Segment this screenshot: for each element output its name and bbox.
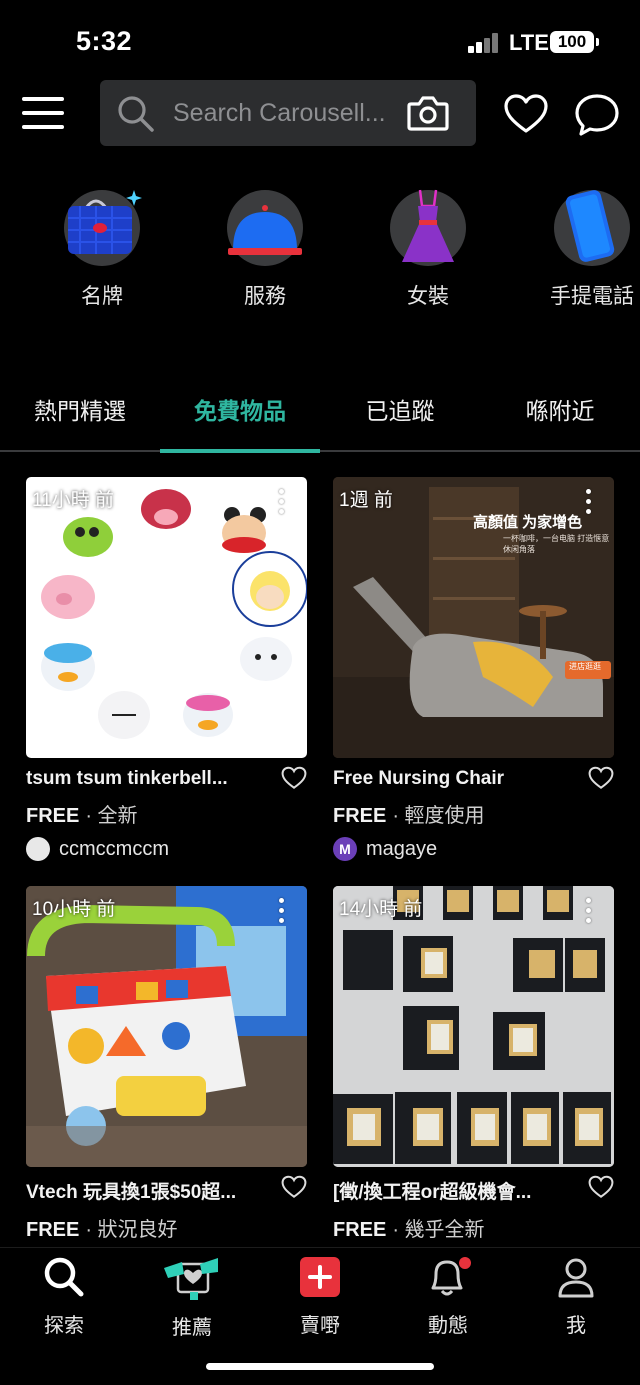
tab-popular[interactable]: 熱門精選 — [0, 392, 160, 426]
listing-price: FREE — [26, 805, 80, 827]
search-bar[interactable]: Search Carousell... — [100, 80, 476, 146]
heart-icon[interactable] — [504, 93, 548, 135]
like-heart-icon[interactable] — [281, 766, 307, 790]
network-type: LTE — [509, 30, 549, 55]
tab-free-items[interactable]: 免費物品 — [160, 392, 320, 426]
listing-title[interactable]: [徵/換工程or超級機會... — [333, 1177, 571, 1204]
seller-name: ccmccmccm — [59, 837, 169, 860]
nav-recommended[interactable]: 推薦 — [128, 1256, 256, 1340]
listing-price-line: FREE · 幾乎全新 — [333, 1213, 614, 1242]
search-icon — [118, 96, 154, 132]
category-services[interactable]: 服務 — [200, 190, 330, 310]
more-options-icon[interactable] — [586, 489, 592, 519]
chair-sub-text: 一杯咖啡，一台电脑 打造惬意休闲角落 — [503, 534, 610, 554]
nav-activity[interactable]: 動態 — [384, 1256, 512, 1338]
listing-image[interactable]: 14小時 前 — [333, 886, 614, 1167]
listing-condition: · 幾乎全新 — [392, 1219, 485, 1241]
listing-age: 11小時 前 — [32, 490, 115, 511]
listing-condition: · 狀況良好 — [85, 1219, 178, 1241]
bell-icon — [431, 1257, 471, 1296]
seller-avatar — [26, 837, 50, 861]
category-label: 手提電話 — [550, 285, 634, 308]
like-heart-icon[interactable] — [588, 766, 614, 790]
tab-following[interactable]: 已追蹤 — [320, 392, 480, 426]
listing-condition: · 全新 — [85, 805, 138, 827]
listing-price: FREE — [26, 1219, 80, 1241]
sell-plus-icon — [300, 1257, 340, 1297]
listing-age: 1週 前 — [339, 490, 393, 511]
listing-condition: · 輕度使用 — [392, 805, 485, 827]
listing-price-line: FREE · 全新 — [26, 799, 307, 828]
search-icon — [44, 1257, 84, 1297]
category-label: 名牌 — [81, 285, 123, 308]
category-label: 女裝 — [407, 285, 449, 308]
dress-icon — [402, 189, 454, 262]
listing-card[interactable]: 14小時 前 [徵/換工程or超級機會... FREE · 幾乎全新 — [333, 886, 614, 1242]
listing-price: FREE — [333, 1219, 387, 1241]
more-options-icon[interactable] — [279, 898, 285, 928]
nav-label: 賣嘢 — [300, 1315, 340, 1337]
vtech-walker-photo — [26, 886, 307, 1167]
chair-banner-text: 高顏值 为家增色 — [473, 514, 583, 531]
mobile-phone-icon — [565, 190, 615, 262]
listing-age: 14小時 前 — [339, 899, 423, 920]
listing-seller[interactable]: M magaye — [333, 837, 614, 861]
tab-nearby[interactable]: 喺附近 — [480, 392, 640, 426]
listing-card[interactable]: 高顏值 为家增色 一杯咖啡，一台电脑 打造惬意休闲角落 进店逛逛 1週 前 Fr… — [333, 477, 614, 861]
active-tab-indicator — [160, 449, 320, 453]
nav-label: 探索 — [44, 1315, 84, 1337]
feed-tabs: 熱門精選 免費物品 已追蹤 喺附近 — [0, 392, 640, 453]
service-bell-icon — [228, 205, 302, 255]
listing-card[interactable]: 10小時 前 Vtech 玩具換1張$50超... FREE · 狀況良好 — [26, 886, 307, 1242]
like-heart-icon[interactable] — [281, 1175, 307, 1199]
seller-name: magaye — [366, 837, 438, 860]
tsum-toys-photo — [41, 489, 307, 739]
category-womens-fashion[interactable]: 女裝 — [363, 189, 493, 310]
chat-bubble-icon[interactable] — [574, 93, 620, 137]
chair-badge: 进店逛逛 — [569, 662, 601, 671]
profile-icon — [558, 1258, 594, 1298]
listing-image[interactable]: 10小時 前 — [26, 886, 307, 1167]
listing-price: FREE — [333, 805, 387, 827]
battery-icon: 100 — [550, 31, 599, 53]
more-options-icon[interactable] — [279, 489, 285, 519]
nav-profile[interactable]: 我 — [512, 1256, 640, 1338]
listing-seller[interactable]: ccmccmccm — [26, 837, 307, 861]
more-options-icon[interactable] — [586, 898, 592, 928]
nav-label: 我 — [566, 1315, 586, 1337]
listing-title[interactable]: tsum tsum tinkerbell... — [26, 768, 264, 790]
category-carousel: 名牌 服務 女裝 手提電話 — [0, 189, 640, 320]
camera-icon[interactable] — [406, 93, 450, 133]
app-header: Search Carousell... — [0, 80, 640, 148]
nav-sell[interactable]: 賣嘢 — [256, 1256, 384, 1338]
listing-card[interactable]: 11小時 前 tsum tsum tinkerbell... FREE · 全新 … — [26, 477, 307, 861]
listing-price-line: FREE · 輕度使用 — [333, 799, 614, 828]
listing-price-line: FREE · 狀況良好 — [26, 1213, 307, 1242]
notification-dot — [459, 1257, 471, 1269]
home-indicator[interactable] — [206, 1363, 434, 1370]
hamburger-menu-icon[interactable] — [22, 95, 64, 131]
category-designer[interactable]: 名牌 — [37, 190, 167, 310]
cellular-signal-icon — [468, 33, 500, 53]
listing-image[interactable]: 11小時 前 — [26, 477, 307, 758]
seller-avatar: M — [333, 837, 357, 861]
status-time: 5:32 — [76, 26, 133, 56]
category-mobile-phones[interactable]: 手提電話 — [527, 190, 640, 310]
search-input[interactable]: Search Carousell... — [173, 99, 401, 128]
designer-bag-icon — [68, 190, 142, 254]
recommend-icon — [164, 1258, 218, 1300]
status-bar: 5:32 LTE 100 — [0, 0, 640, 80]
category-label: 服務 — [244, 285, 286, 308]
listing-age: 10小時 前 — [32, 899, 116, 920]
nav-explore[interactable]: 探索 — [0, 1256, 128, 1338]
cards-photo — [333, 886, 614, 1167]
like-heart-icon[interactable] — [588, 1175, 614, 1199]
listing-title[interactable]: Free Nursing Chair — [333, 768, 571, 790]
nav-label: 推薦 — [172, 1317, 212, 1339]
listing-image[interactable]: 高顏值 为家增色 一杯咖啡，一台电脑 打造惬意休闲角落 进店逛逛 1週 前 — [333, 477, 614, 758]
listing-title[interactable]: Vtech 玩具換1張$50超... — [26, 1177, 264, 1204]
nav-label: 動態 — [428, 1315, 468, 1337]
